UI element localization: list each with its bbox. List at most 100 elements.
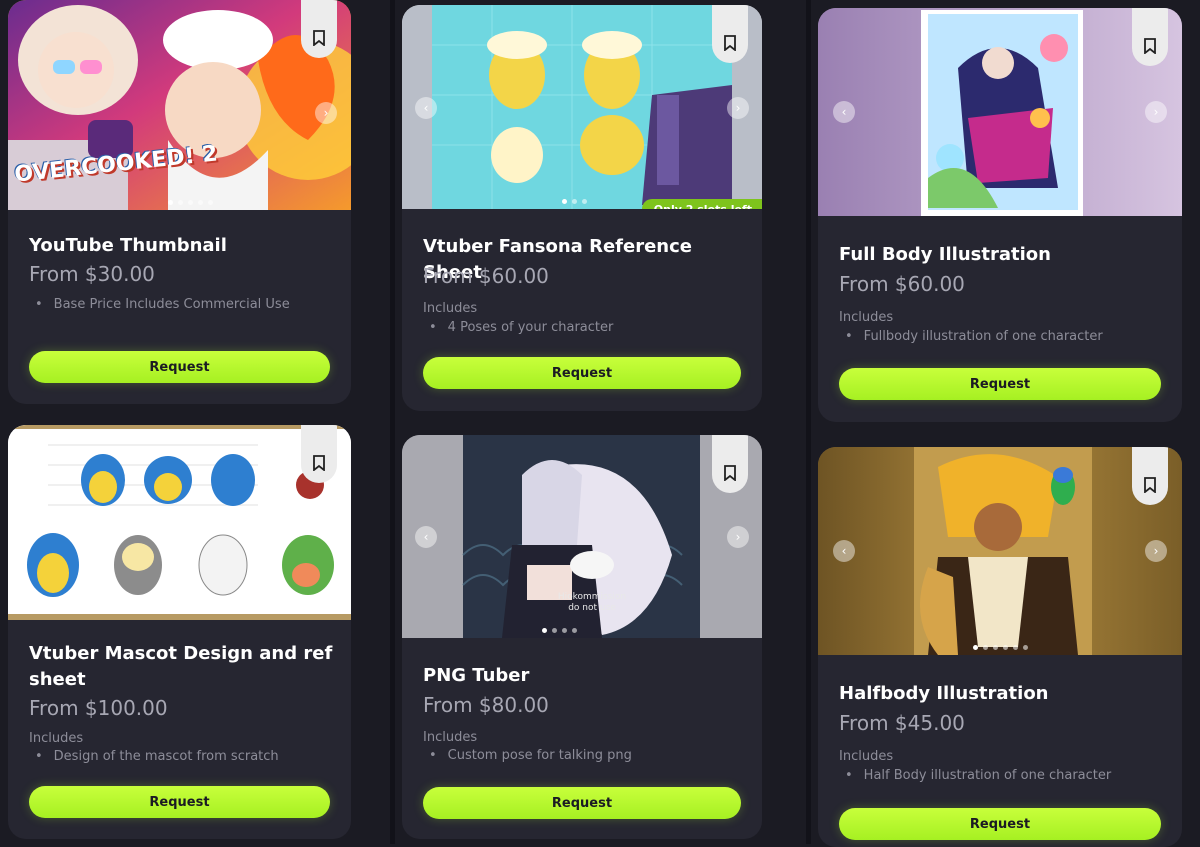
product-title: YouTube Thumbnail	[29, 235, 227, 256]
product-title: PNG Tuber	[423, 665, 530, 686]
carousel-dot[interactable]	[562, 628, 567, 633]
request-button[interactable]: Request	[423, 357, 741, 389]
carousel-next-button[interactable]: ›	[727, 526, 749, 548]
product-card-youtube-thumbnail[interactable]: OVERCOOKED! 2 › YouTube Thumbnail From $…	[8, 0, 351, 404]
carousel-dot[interactable]	[572, 199, 577, 204]
includes-label: Includes	[839, 310, 894, 325]
product-price: From $30.00	[29, 262, 155, 286]
product-price: From $80.00	[423, 693, 549, 717]
column-divider-right	[806, 0, 811, 844]
carousel-dot[interactable]	[973, 645, 978, 650]
carousel-dots	[542, 628, 577, 633]
includes-label: Includes	[839, 749, 894, 764]
carousel-next-button[interactable]: ›	[727, 97, 749, 119]
carousel-dots	[168, 200, 213, 205]
carousel-dot[interactable]	[983, 645, 988, 650]
bookmark-icon	[313, 455, 325, 471]
carousel-dot[interactable]	[993, 645, 998, 650]
carousel-dot[interactable]	[1023, 645, 1028, 650]
includes-label: Includes	[423, 730, 478, 745]
bookmark-button[interactable]	[301, 425, 337, 483]
carousel-dots	[973, 645, 1028, 650]
product-bullet: Base Price Includes Commercial Use	[35, 297, 290, 312]
product-title: Vtuber Mascot Design and ref sheet	[29, 643, 333, 690]
carousel-dot[interactable]	[582, 199, 587, 204]
chevron-right-icon: ›	[1153, 105, 1159, 119]
includes-label: Includes	[29, 731, 84, 746]
carousel-dots	[562, 199, 587, 204]
product-bullet: Custom pose for talking png	[429, 748, 632, 763]
slots-left-badge: Only 2 slots left	[641, 199, 762, 209]
product-image[interactable]	[8, 425, 351, 620]
carousel-dot[interactable]	[168, 200, 173, 205]
bookmark-icon	[313, 30, 325, 46]
product-image[interactable]: ‹ › Only 2 slots left	[402, 5, 762, 209]
product-image[interactable]: OVERCOOKED! 2 ›	[8, 0, 351, 210]
request-button[interactable]: Request	[839, 808, 1161, 840]
bookmark-button[interactable]	[1132, 8, 1168, 66]
carousel-dot[interactable]	[198, 200, 203, 205]
product-title: Halfbody Illustration	[839, 683, 1049, 704]
product-bullet: Fullbody illustration of one character	[845, 329, 1103, 344]
carousel-dot[interactable]	[1013, 645, 1018, 650]
product-price: From $60.00	[839, 272, 965, 296]
carousel-next-button[interactable]: ›	[1145, 101, 1167, 123]
product-artwork	[8, 425, 351, 620]
product-bullet: Design of the mascot from scratch	[35, 749, 279, 764]
carousel-prev-button[interactable]: ‹	[833, 540, 855, 562]
carousel-dot[interactable]	[178, 200, 183, 205]
chevron-right-icon: ›	[735, 530, 741, 544]
carousel-dot[interactable]	[188, 200, 193, 205]
carousel-prev-button[interactable]: ‹	[415, 526, 437, 548]
chevron-left-icon: ‹	[841, 105, 847, 119]
chevron-left-icon: ‹	[423, 101, 429, 115]
product-image[interactable]: Hiokommission do not use ‹ ›	[402, 435, 762, 638]
product-card-png-tuber[interactable]: Hiokommission do not use ‹ › PNG Tuber F…	[402, 435, 762, 839]
product-image[interactable]: ‹ ›	[818, 8, 1182, 216]
product-artwork	[818, 447, 1182, 655]
product-card-vtuber-mascot[interactable]: Vtuber Mascot Design and ref sheet From …	[8, 425, 351, 839]
chevron-right-icon: ›	[1153, 544, 1159, 558]
carousel-next-button[interactable]: ›	[315, 102, 337, 124]
column-divider-left	[390, 0, 395, 844]
bookmark-button[interactable]	[301, 0, 337, 58]
bookmark-icon	[724, 465, 736, 481]
includes-label: Includes	[423, 301, 478, 316]
product-bullet: 4 Poses of your character	[429, 320, 614, 335]
request-button[interactable]: Request	[839, 368, 1161, 400]
carousel-next-button[interactable]: ›	[1145, 540, 1167, 562]
product-artwork	[818, 8, 1182, 216]
request-button[interactable]: Request	[29, 351, 330, 383]
bookmark-icon	[724, 35, 736, 51]
carousel-dot[interactable]	[552, 628, 557, 633]
chevron-left-icon: ‹	[423, 530, 429, 544]
carousel-prev-button[interactable]: ‹	[833, 101, 855, 123]
carousel-dot[interactable]	[208, 200, 213, 205]
product-title: Full Body Illustration	[839, 244, 1051, 265]
product-card-vtuber-fansona[interactable]: ‹ › Only 2 slots left Vtuber Fansona Ref…	[402, 5, 762, 411]
carousel-prev-button[interactable]: ‹	[415, 97, 437, 119]
bookmark-button[interactable]	[712, 5, 748, 63]
chevron-right-icon: ›	[323, 106, 329, 120]
carousel-dot[interactable]	[542, 628, 547, 633]
product-price: From $100.00	[29, 696, 168, 720]
bookmark-button[interactable]	[712, 435, 748, 493]
bookmark-button[interactable]	[1132, 447, 1168, 505]
product-bullet: Half Body illustration of one character	[845, 768, 1112, 783]
chevron-left-icon: ‹	[841, 544, 847, 558]
product-image[interactable]: ‹ ›	[818, 447, 1182, 655]
watermark-text: Hiokommission do not use	[557, 592, 627, 613]
product-artwork	[402, 5, 762, 209]
product-price: From $60.00	[423, 264, 549, 288]
bookmark-icon	[1144, 477, 1156, 493]
request-button[interactable]: Request	[423, 787, 741, 819]
chevron-right-icon: ›	[735, 101, 741, 115]
carousel-dot[interactable]	[1003, 645, 1008, 650]
product-card-full-body-illustration[interactable]: ‹ › Full Body Illustration From $60.00 I…	[818, 8, 1182, 422]
product-price: From $45.00	[839, 711, 965, 735]
carousel-dot[interactable]	[562, 199, 567, 204]
product-card-halfbody-illustration[interactable]: ‹ › Halfbody Illustration From $45.00 In…	[818, 447, 1182, 847]
carousel-dot[interactable]	[572, 628, 577, 633]
bookmark-icon	[1144, 38, 1156, 54]
request-button[interactable]: Request	[29, 786, 330, 818]
